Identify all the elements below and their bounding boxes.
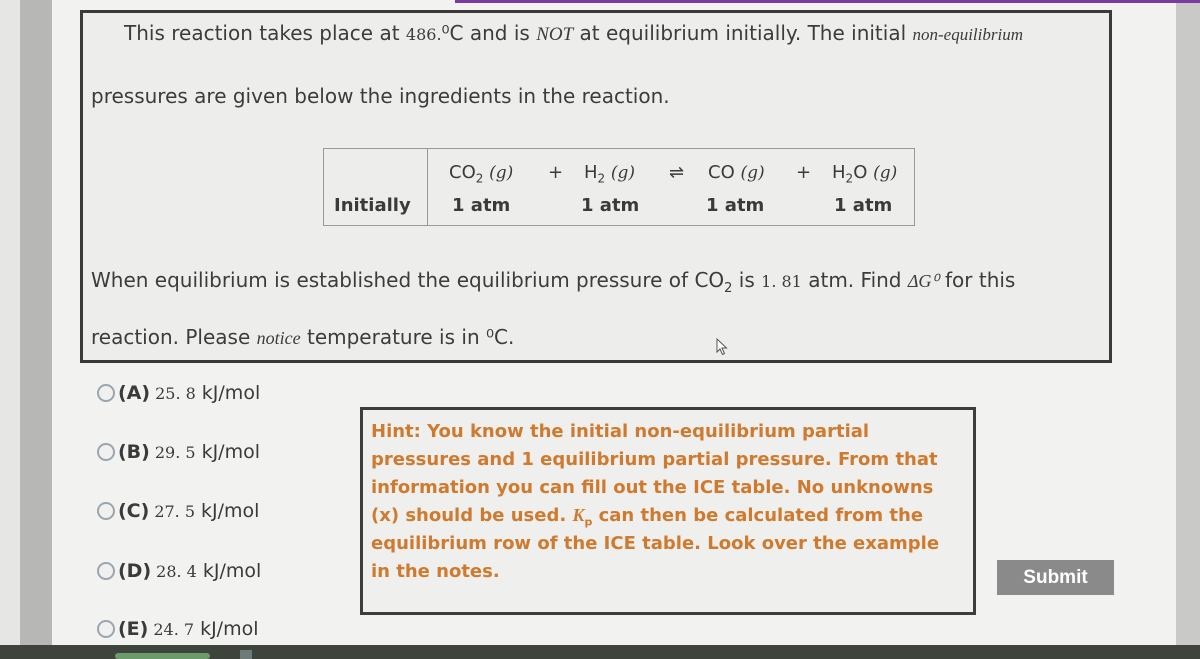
option-value: 27. 5 — [154, 501, 196, 521]
species-co: CO (g) — [708, 162, 765, 183]
initial-h2o: 1 atm — [834, 195, 893, 216]
mouse-cursor-icon — [716, 338, 728, 356]
submit-button[interactable]: Submit — [997, 560, 1114, 595]
right-scroll-gutter[interactable] — [1176, 0, 1200, 659]
non-equilibrium-emphasis: non-equilibrium — [912, 25, 1024, 44]
option-d[interactable]: (D) 28. 4 kJ/mol — [97, 560, 261, 582]
option-unit: kJ/mol — [201, 500, 260, 522]
option-a[interactable]: (A) 25. 8 kJ/mol — [97, 382, 260, 404]
question-text: This reaction takes place at — [124, 21, 400, 45]
question-box: This reaction takes place at 486.⁰C and … — [80, 10, 1112, 363]
option-letter: (B) — [118, 441, 150, 463]
option-unit: kJ/mol — [201, 382, 261, 404]
option-letter: (E) — [118, 618, 149, 640]
option-b[interactable]: (B) 29. 5 kJ/mol — [97, 441, 260, 463]
temperature-unit: ⁰C and is — [441, 21, 530, 45]
equilibrium-arrow-icon: ⇌ — [669, 162, 685, 183]
initial-co2: 1 atm — [452, 195, 511, 216]
question-line-4: reaction. Please notice temperature is i… — [91, 325, 515, 349]
top-accent-bar — [455, 0, 1200, 3]
hint-line: in the notes. — [371, 561, 500, 582]
left-gutter — [20, 0, 52, 659]
initial-h2: 1 atm — [581, 195, 640, 216]
option-unit: kJ/mol — [200, 618, 259, 640]
plus-sign: + — [796, 162, 812, 183]
question-text: at equilibrium initially. The initial — [579, 21, 907, 45]
initial-co: 1 atm — [706, 195, 765, 216]
radio-button[interactable] — [97, 502, 115, 520]
species-h2o: H2O (g) — [832, 162, 898, 186]
taskbar — [0, 645, 1200, 659]
radio-button[interactable] — [97, 443, 115, 461]
not-emphasis: NOT — [536, 24, 574, 45]
option-letter: (D) — [118, 560, 152, 582]
table-divider — [427, 149, 428, 225]
question-line-2: pressures are given below the ingredient… — [91, 84, 670, 108]
delta-g-symbol: ΔG⁰ — [907, 271, 939, 291]
taskbar-item[interactable] — [240, 650, 252, 659]
question-line-3: When equilibrium is established the equi… — [91, 268, 1016, 296]
row-label-initially: Initially — [334, 195, 411, 216]
option-value: 28. 4 — [156, 561, 197, 581]
hint-line: (x) should be used. Kp can then be calcu… — [371, 505, 924, 529]
option-value: 25. 8 — [155, 383, 196, 403]
plus-sign: + — [548, 162, 564, 183]
kp-symbol: K — [572, 505, 585, 525]
temperature-value: 486. — [405, 25, 442, 44]
hint-line: equilibrium row of the ICE table. Look o… — [371, 533, 940, 554]
option-unit: kJ/mol — [201, 441, 260, 463]
option-value: 29. 5 — [154, 442, 196, 462]
reaction-table: CO2 (g) + H2 (g) ⇌ CO (g) + H2O (g) Init… — [323, 148, 915, 226]
left-strip — [0, 0, 20, 659]
option-c[interactable]: (C) 27. 5 kJ/mol — [97, 500, 259, 522]
option-e[interactable]: (E) 24. 7 kJ/mol — [97, 618, 259, 640]
option-letter: (A) — [118, 382, 151, 404]
hint-line: information you can fill out the ICE tab… — [371, 477, 934, 498]
radio-button[interactable] — [97, 620, 115, 638]
option-value: 24. 7 — [153, 619, 195, 639]
question-line-1: This reaction takes place at 486.⁰C and … — [124, 21, 1023, 46]
notice-emphasis: notice — [256, 328, 301, 348]
hint-line: pressures and 1 equilibrium partial pres… — [371, 449, 938, 470]
hint-line: Hint: You know the initial non-equilibri… — [371, 421, 870, 442]
option-letter: (C) — [118, 500, 150, 522]
equilibrium-pressure-value: 1. 81 — [761, 272, 802, 291]
option-unit: kJ/mol — [202, 560, 262, 582]
radio-button[interactable] — [97, 384, 115, 402]
radio-button[interactable] — [97, 562, 115, 580]
species-h2: H2 (g) — [584, 162, 636, 186]
species-co2: CO2 (g) — [449, 162, 514, 186]
hint-box: Hint: You know the initial non-equilibri… — [360, 407, 976, 615]
taskbar-item[interactable] — [115, 653, 210, 659]
